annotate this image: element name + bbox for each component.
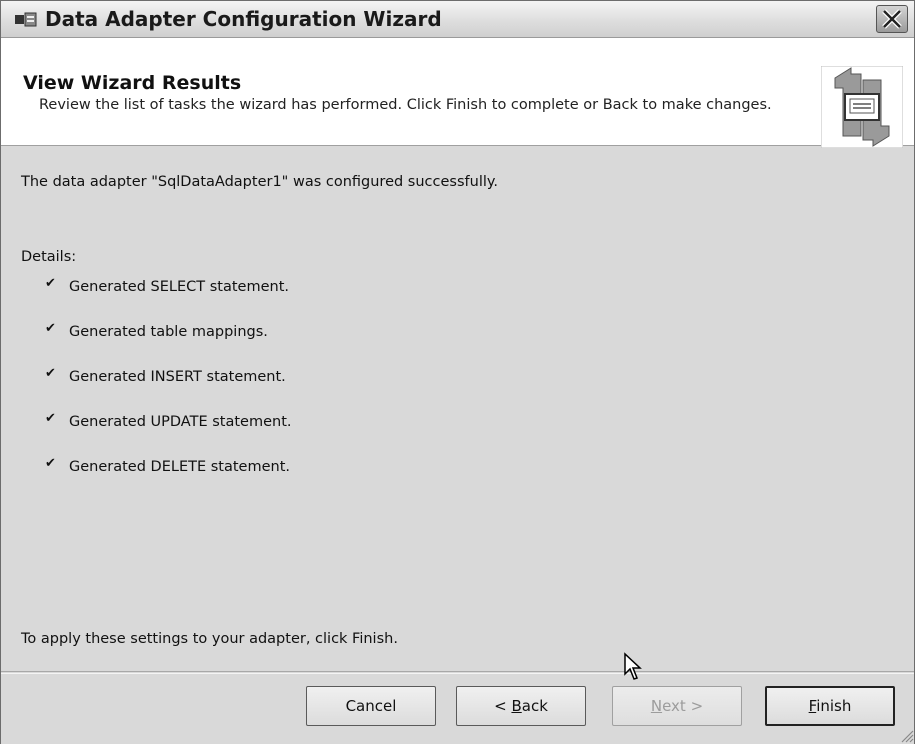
finish-button-label: inish — [816, 697, 852, 715]
details-label: Details: — [21, 249, 77, 265]
footer-divider — [1, 673, 914, 674]
back-button-label: ack — [521, 697, 548, 715]
back-button[interactable]: < Back — [456, 686, 586, 726]
wizard-content: The data adapter "SqlDataAdapter1" was c… — [1, 146, 914, 671]
back-button-prefix: < — [494, 697, 512, 715]
task-item: Generated DELETE statement. — [69, 459, 290, 475]
page-subtitle: Review the list of tasks the wizard has … — [39, 97, 772, 113]
task-item: Generated table mappings. — [69, 324, 268, 340]
cancel-button[interactable]: Cancel — [306, 686, 436, 726]
cancel-button-label: Cancel — [345, 697, 397, 715]
next-button-label: ext > — [662, 697, 704, 715]
title-bar[interactable]: Data Adapter Configuration Wizard — [1, 1, 914, 38]
apply-hint: To apply these settings to your adapter,… — [21, 631, 398, 647]
close-button[interactable] — [876, 5, 908, 33]
wizard-header: View Wizard Results Review the list of t… — [1, 38, 914, 148]
back-button-mnemonic: B — [511, 697, 522, 715]
close-icon — [882, 9, 902, 29]
checkmark-icon: ✔ — [45, 321, 56, 336]
next-button-mnemonic: N — [650, 697, 663, 715]
status-message: The data adapter "SqlDataAdapter1" was c… — [21, 174, 498, 190]
checkmark-icon: ✔ — [45, 411, 56, 426]
task-item: Generated UPDATE statement. — [69, 414, 292, 430]
resize-grip-icon[interactable] — [898, 727, 914, 743]
checkmark-icon: ✔ — [45, 366, 56, 381]
wizard-window: Data Adapter Configuration Wizard View W… — [0, 0, 915, 744]
window-title: Data Adapter Configuration Wizard — [45, 7, 442, 31]
next-button[interactable]: Next > — [612, 686, 742, 726]
data-adapter-icon — [15, 12, 37, 27]
checkmark-icon: ✔ — [45, 456, 56, 471]
page-title: View Wizard Results — [23, 72, 242, 94]
task-item: Generated INSERT statement. — [69, 369, 286, 385]
task-item: Generated SELECT statement. — [69, 279, 289, 295]
mouse-pointer-icon — [624, 652, 642, 680]
wizard-sync-graphic — [821, 66, 903, 148]
checkmark-icon: ✔ — [45, 276, 56, 291]
finish-button[interactable]: Finish — [765, 686, 895, 726]
